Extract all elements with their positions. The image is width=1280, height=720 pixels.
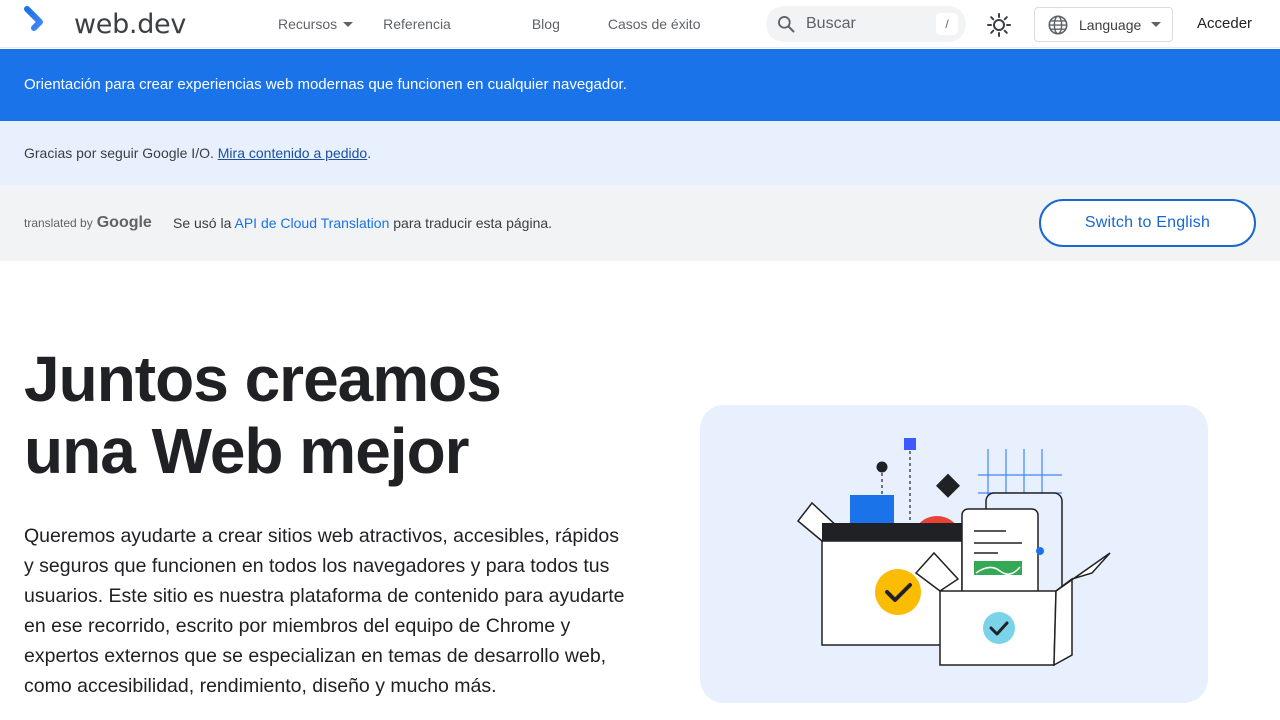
translation-message: Se usó la API de Cloud Translation para … — [173, 215, 552, 231]
chevron-down-icon — [1151, 22, 1162, 27]
search-input[interactable]: Buscar / — [766, 6, 966, 42]
translated-by-google: translated by Google — [24, 214, 152, 232]
switch-to-english-button[interactable]: Switch to English — [1039, 199, 1256, 247]
cloud-translation-link[interactable]: API de Cloud Translation — [235, 215, 390, 231]
nav-casos-de-exito[interactable]: Casos de éxito — [608, 16, 701, 32]
io-notice-suffix: . — [367, 145, 372, 161]
tagline-text: Orientación para crear experiencias web … — [24, 76, 627, 93]
web-dev-logo-icon — [24, 6, 59, 39]
search-shortcut-key: / — [936, 13, 958, 35]
tagline-banner: Orientación para crear experiencias web … — [0, 49, 1280, 121]
signin-button[interactable]: Acceder — [1197, 15, 1252, 32]
nav-recursos-label: Recursos — [278, 16, 338, 32]
search-placeholder: Buscar — [806, 15, 856, 32]
site-logo[interactable]: web.dev — [24, 6, 186, 42]
search-icon — [778, 16, 795, 33]
boxes-illustration — [796, 438, 1111, 667]
translated-by-label: translated by — [24, 216, 93, 230]
nav-referencia[interactable]: Referencia — [383, 16, 451, 32]
hero-title: Juntos creamos una Web mejor — [24, 343, 502, 487]
nav-blog[interactable]: Blog — [532, 16, 560, 32]
top-app-bar: web.dev Recursos Referencia Blog Casos d… — [0, 0, 1280, 48]
language-selector[interactable]: Language — [1034, 7, 1173, 42]
chevron-down-icon — [343, 21, 354, 27]
nav-recursos[interactable]: Recursos — [278, 16, 354, 32]
site-name: web.dev — [74, 8, 187, 40]
sun-icon[interactable] — [986, 12, 1012, 38]
io-notice-link[interactable]: Mira contenido a pedido — [218, 145, 367, 161]
hero-illustration — [700, 405, 1208, 703]
io-notice-prefix: Gracias por seguir Google I/O. — [24, 145, 218, 161]
hero-title-line-1: Juntos creamos — [24, 343, 502, 415]
io-notice-banner: Gracias por seguir Google I/O. Mira cont… — [0, 121, 1280, 185]
main-nav: Recursos Referencia Blog Casos de éxito — [278, 0, 700, 48]
translation-msg-suffix: para traducir esta página. — [389, 215, 553, 231]
globe-icon — [1048, 14, 1068, 35]
google-wordmark: Google — [96, 214, 152, 231]
translation-bar: translated by Google Se usó la API de Cl… — [0, 185, 1280, 261]
hero-description: Queremos ayudarte a crear sitios web atr… — [24, 525, 625, 697]
translation-msg-prefix: Se usó la — [173, 215, 235, 231]
hero-title-line-2: una Web mejor — [24, 415, 470, 487]
language-label: Language — [1079, 16, 1142, 33]
io-notice-text: Gracias por seguir Google I/O. Mira cont… — [24, 145, 371, 161]
